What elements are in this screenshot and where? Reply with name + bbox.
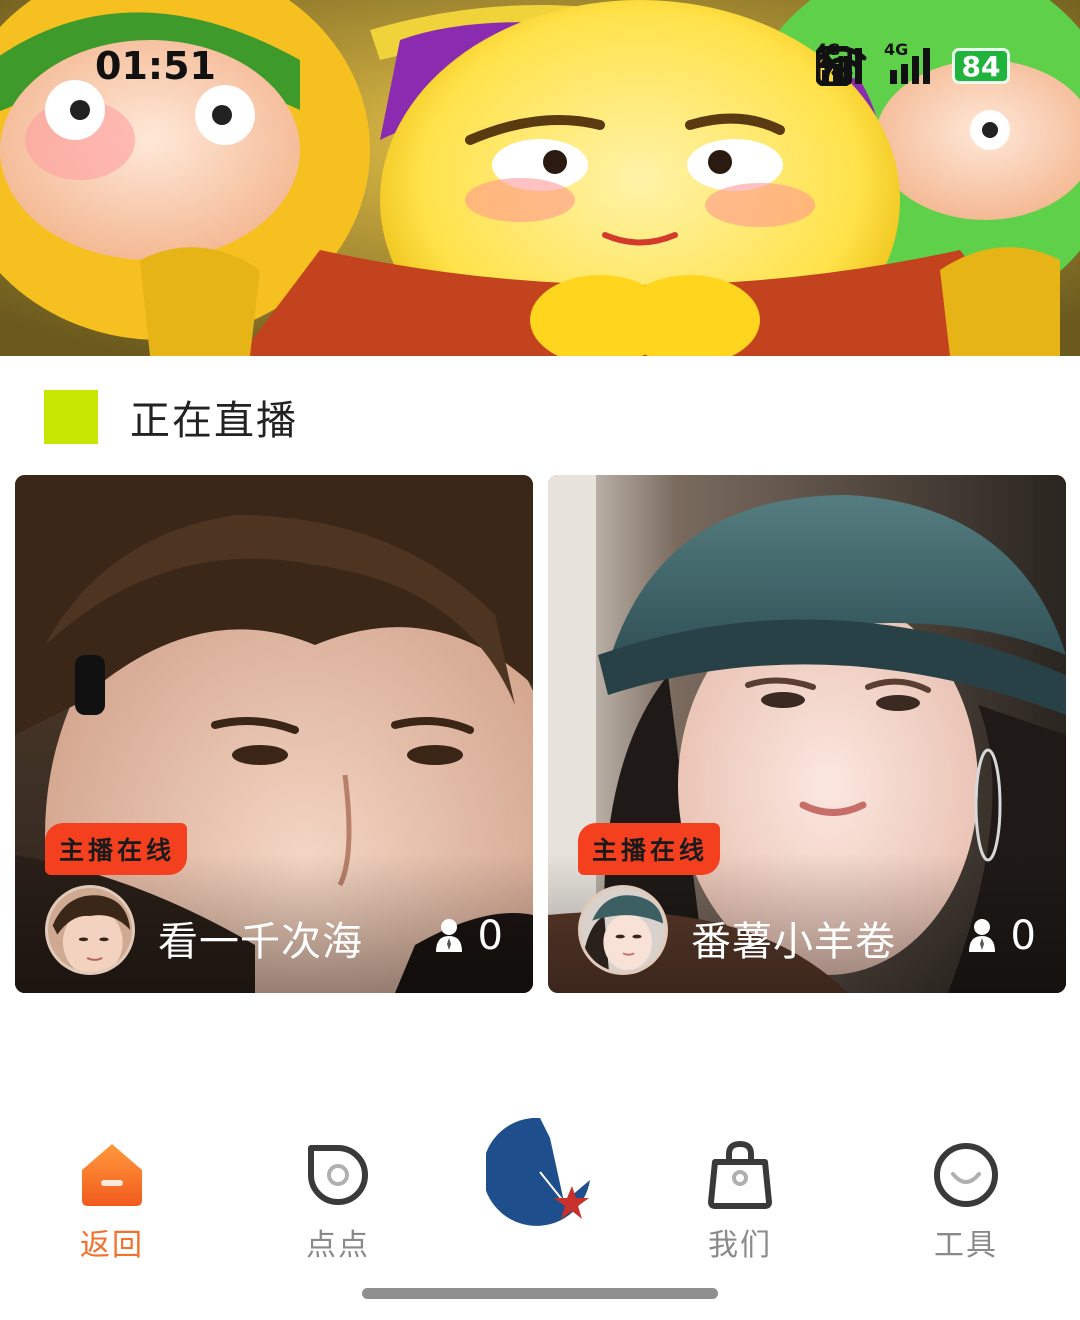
signal-4g-icon: 4G <box>884 40 934 86</box>
streamer-name: 番薯小羊卷 <box>691 919 896 965</box>
person-icon <box>968 919 995 952</box>
bottom-navigation: 返回 点点 我们 工具 <box>0 1100 1080 1270</box>
nav-label: 我们 <box>708 1228 772 1263</box>
home-indicator[interactable] <box>362 1288 718 1299</box>
nav-item-diandian[interactable]: 点点 <box>268 1140 408 1264</box>
person-icon <box>435 919 462 952</box>
home-icon <box>82 1144 142 1206</box>
status-bar: 01:51 4G 84 <box>0 0 1080 120</box>
status-icons: 4G 4G 8 <box>816 40 1010 86</box>
nav-label: 返回 <box>80 1228 144 1263</box>
live-status-badge: 主播在线 <box>45 823 188 875</box>
record-icon <box>308 1145 368 1205</box>
live-card[interactable]: 主播在线 番薯小羊卷 0 <box>548 475 1066 993</box>
charging-bolt-icon <box>818 46 836 86</box>
viewer-count-group: 0 <box>434 913 503 959</box>
section-header: 正在直播 <box>44 388 298 446</box>
nav-label: 工具 <box>934 1228 998 1263</box>
nav-item-tools[interactable]: 工具 <box>896 1140 1036 1264</box>
avatar[interactable] <box>45 885 135 975</box>
nav-item-back[interactable]: 返回 <box>42 1140 182 1264</box>
viewer-count-group: 0 <box>967 913 1036 959</box>
live-card-grid: 主播在线 看一千次海 0 主播在线 番薯小羊卷 0 <box>15 475 1066 993</box>
top-banner-image[interactable]: 01:51 4G 84 <box>0 0 1080 356</box>
avatar[interactable] <box>578 885 668 975</box>
app-screen: 01:51 4G 84 正在直播 主播在线 看一千次海 0 主播在线 番薯小羊卷… <box>0 0 1080 1320</box>
app-logo-star-icon <box>482 1117 590 1226</box>
live-status-badge: 主播在线 <box>578 823 721 875</box>
shopping-bag-icon <box>708 1140 772 1209</box>
live-card[interactable]: 主播在线 看一千次海 0 <box>15 475 533 993</box>
battery-indicator: 84 <box>952 48 1010 84</box>
section-title: 正在直播 <box>130 398 298 444</box>
viewer-count: 0 <box>1010 913 1036 959</box>
circle-smile-icon <box>934 1143 998 1207</box>
status-time: 01:51 <box>95 44 216 88</box>
streamer-name: 看一千次海 <box>158 919 363 965</box>
nav-label: 点点 <box>306 1228 370 1263</box>
section-accent-square <box>44 390 98 444</box>
app-logo-button[interactable] <box>482 1117 594 1226</box>
viewer-count: 0 <box>477 913 503 959</box>
nav-item-women[interactable]: 我们 <box>670 1140 810 1264</box>
